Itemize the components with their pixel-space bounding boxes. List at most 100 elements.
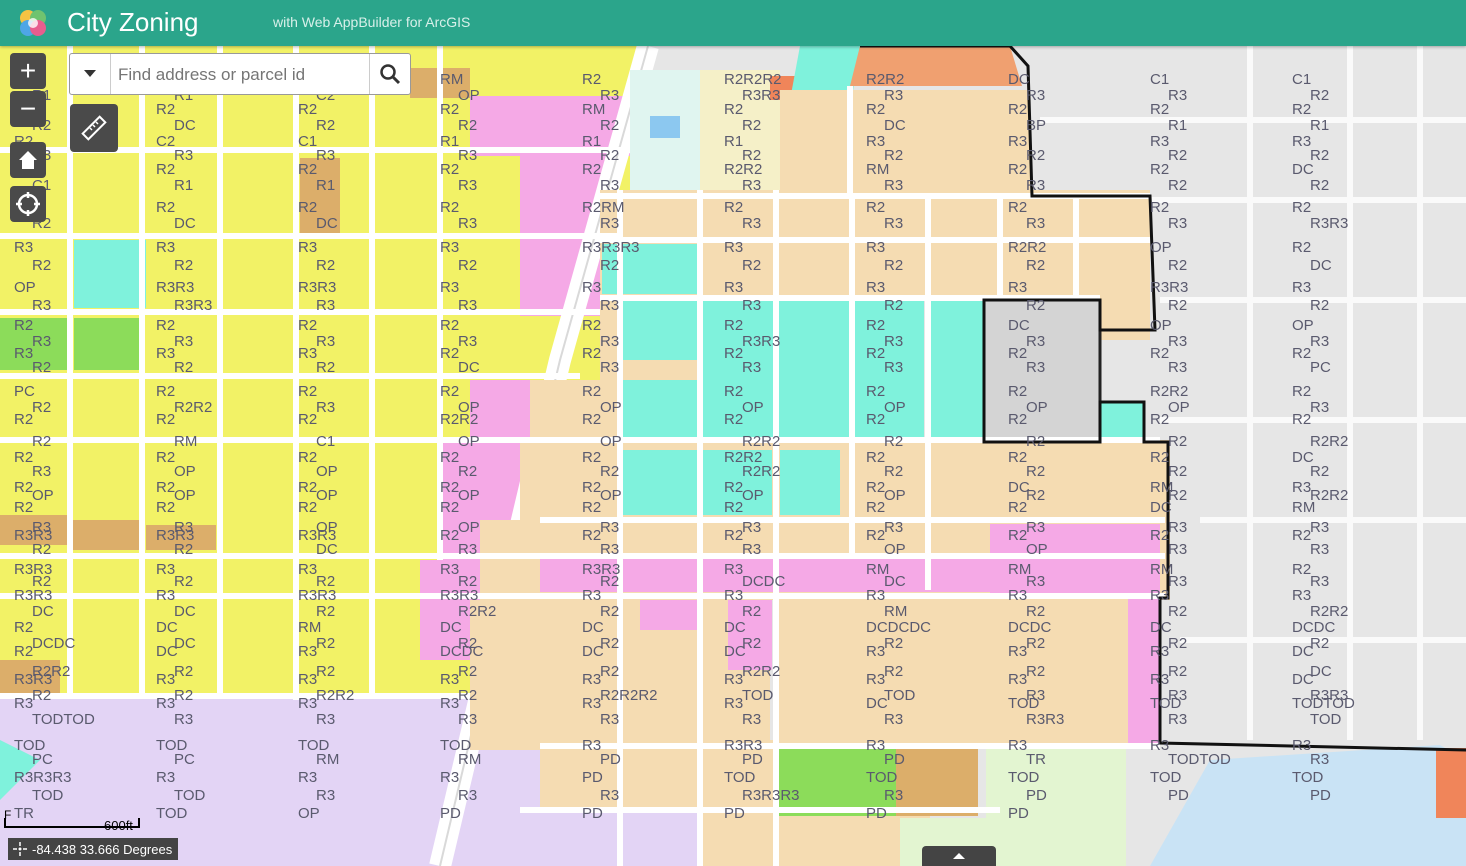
zoning-label: R2 (440, 101, 459, 118)
zoning-label: R2 (1150, 199, 1169, 216)
search-input[interactable] (116, 54, 370, 96)
zoning-label: R2 (582, 161, 601, 178)
zoning-label: DC (1292, 671, 1314, 688)
home-button[interactable] (10, 142, 46, 178)
map-canvas[interactable]: R2R2R2R2R2RMR2R2R2R2R2R2DCC1C1R1R1C2OPR3… (0, 46, 1466, 866)
zoning-label: R3 (1026, 359, 1045, 376)
zoning-map[interactable]: R2R2R2R2R2RMR2R2R2R2R2R2DCC1C1R1R1C2OPR3… (0, 46, 1466, 866)
app-title: City Zoning (67, 7, 199, 37)
zoning-label: R3 (600, 711, 619, 728)
zoning-label: TOD (724, 769, 756, 786)
zoning-label: R3 (742, 711, 761, 728)
zoning-label: DCDC (32, 635, 75, 652)
zoning-label: R2 (1026, 487, 1045, 504)
zoning-label: PD (1026, 787, 1047, 804)
measure-button[interactable] (70, 104, 118, 152)
zoom-in-button[interactable]: + (10, 53, 46, 89)
zoning-label: TODTOD (32, 711, 95, 728)
zoning-label: RM (458, 751, 481, 768)
zoning-label: R2 (582, 479, 601, 496)
zoning-label: R3 (866, 737, 885, 754)
zoning-label: C2 (156, 133, 175, 150)
zoning-label: OP (742, 399, 764, 416)
zoning-label: R3 (1008, 643, 1027, 660)
locate-button[interactable] (10, 186, 46, 222)
zoning-label: OP (458, 87, 480, 104)
zoning-label: R2R2 (866, 71, 904, 88)
zoning-label: R2 (440, 383, 459, 400)
zoning-label: R2 (298, 411, 317, 428)
zoning-label: R3 (1008, 279, 1027, 296)
zoning-label: R2 (724, 345, 743, 362)
zoning-label: R2 (156, 101, 175, 118)
zoning-label: R3 (724, 671, 743, 688)
zoning-label: R3 (298, 643, 317, 660)
panel-toggle-button[interactable] (922, 846, 996, 866)
zoning-label: R3 (600, 787, 619, 804)
zoning-label: R3 (1008, 671, 1027, 688)
zoning-label: R3 (156, 587, 175, 604)
zoning-label: OP (32, 487, 54, 504)
zoning-label: R3 (600, 541, 619, 558)
zoning-label: R2 (866, 449, 885, 466)
zoning-label: R3R3 (742, 87, 780, 104)
zoning-label: DC (1150, 619, 1172, 636)
search-button[interactable] (369, 54, 410, 94)
zoning-label: DC (1150, 499, 1172, 516)
zoning-label: DC (884, 573, 906, 590)
zoning-label: R2 (742, 603, 761, 620)
zoom-out-button[interactable]: − (10, 91, 46, 127)
zoning-label: R2 (316, 603, 335, 620)
zoning-label: R2 (866, 199, 885, 216)
zoning-label: R3 (600, 333, 619, 350)
zoning-label: DCDC (1008, 619, 1051, 636)
zoning-label: PC (32, 751, 53, 768)
zoning-label: DC (458, 359, 480, 376)
zoning-label: R3 (866, 671, 885, 688)
zoning-label: DC (582, 643, 604, 660)
zoning-label: OP (316, 463, 338, 480)
zoning-label: R3 (298, 671, 317, 688)
zoning-label: R3 (1292, 133, 1311, 150)
zoning-label: R3 (440, 671, 459, 688)
zoning-label: R2R2 (1008, 239, 1046, 256)
zoning-label: R2 (724, 479, 743, 496)
zoning-label: DC (724, 643, 746, 660)
zoning-label: R3 (1150, 671, 1169, 688)
zoning-label: R2 (1008, 101, 1027, 118)
zoning-label: R2 (884, 433, 903, 450)
zoning-label: R2 (1008, 161, 1027, 178)
zoning-label: R2 (458, 257, 477, 274)
zoning-label: TODTOD (1168, 751, 1231, 768)
zoning-label: R2 (156, 317, 175, 334)
zoning-label: R2 (742, 257, 761, 274)
zoning-label: R3 (582, 737, 601, 754)
zoning-label: R2 (582, 527, 601, 544)
zoning-label: R2 (1008, 345, 1027, 362)
zoning-label: OP (742, 487, 764, 504)
zoning-label: R2 (1150, 411, 1169, 428)
zoning-label: DCDC (1292, 619, 1335, 636)
zoning-label: R2 (884, 257, 903, 274)
zoning-label: DC (1008, 317, 1030, 334)
zoning-label: R2 (156, 449, 175, 466)
zoning-label: DCDC (742, 573, 785, 590)
zoning-label: R3 (1008, 737, 1027, 754)
zoning-label: R3 (156, 561, 175, 578)
zoning-label: R2 (298, 317, 317, 334)
zoning-label: OP (600, 487, 622, 504)
coordinate-text: -84.438 33.666 Degrees (32, 841, 173, 857)
locate-point-icon[interactable] (8, 838, 32, 860)
zoning-label: DC (1310, 257, 1332, 274)
zoning-label: R2 (1292, 411, 1311, 428)
zoning-label: R2 (724, 199, 743, 216)
zoning-label: R3 (1168, 541, 1187, 558)
zoning-label: R3R3 (14, 587, 52, 604)
zoning-label: R3 (582, 279, 601, 296)
zoning-label: R3 (1168, 573, 1187, 590)
zoning-label: R3 (724, 239, 743, 256)
zoning-label: R2R2 (458, 603, 496, 620)
zoning-label: PC (174, 751, 195, 768)
search-source-dropdown[interactable] (70, 54, 111, 94)
zoning-label: R2 (32, 399, 51, 416)
